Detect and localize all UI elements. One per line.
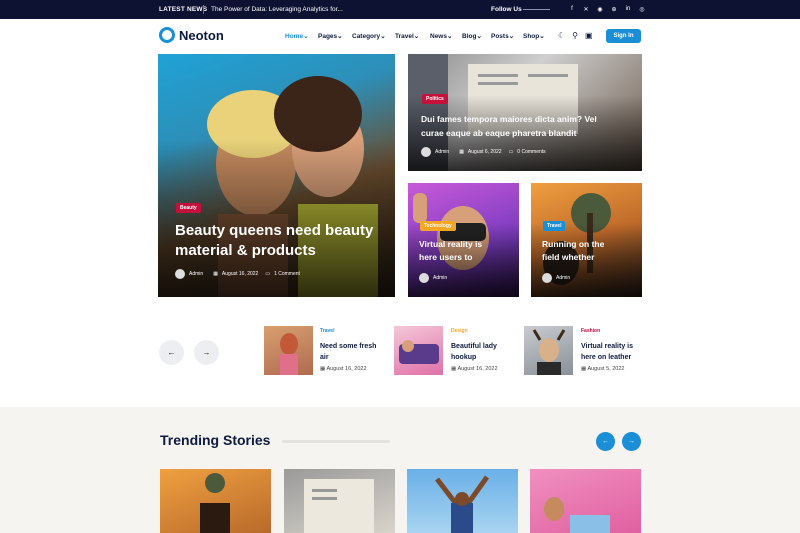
news-ticker-link[interactable]: The Power of Data: Leveraging Analytics … xyxy=(211,6,343,13)
author-link[interactable]: Admin xyxy=(189,271,203,277)
trending-section xyxy=(0,407,800,533)
x-icon[interactable]: ✕ xyxy=(579,6,593,13)
facebook-icon[interactable]: f xyxy=(565,6,579,13)
category-badge[interactable]: Beauty xyxy=(176,203,201,213)
logo-text[interactable]: Neoton xyxy=(179,28,224,43)
rss-icon[interactable]: ◉ xyxy=(593,6,607,13)
carousel-date: ▦ August 16, 2022 xyxy=(451,366,498,372)
comment-count[interactable]: 1 Comment xyxy=(274,271,300,277)
social-links: f ✕ ◉ ⊕ in ◎ xyxy=(565,6,649,13)
bookmark-icon[interactable]: ▣ xyxy=(585,31,593,40)
category-badge[interactable]: Politics xyxy=(422,94,448,104)
comment-icon: ▭ xyxy=(265,271,271,277)
arrow-right-icon: → xyxy=(628,438,635,445)
hero-top-right-card[interactable]: Politics Dui fames tempora maiores dicta… xyxy=(408,54,642,171)
nav-item-blog[interactable]: Blog⌄ xyxy=(462,32,482,40)
post-date: August 16, 2022 xyxy=(221,271,259,277)
carousel-category[interactable]: Travel xyxy=(320,328,334,334)
category-badge[interactable]: Travel xyxy=(543,221,566,231)
logo-icon[interactable] xyxy=(159,27,175,43)
sign-in-button[interactable]: Sign In xyxy=(606,29,641,43)
thumb-image xyxy=(532,329,566,375)
carousel-category[interactable]: Design xyxy=(451,328,468,334)
hero-main-card[interactable]: Beauty Beauty queens need beauty materia… xyxy=(158,54,395,297)
author-link[interactable]: Admin xyxy=(433,275,447,281)
calendar-icon: ▦ xyxy=(459,149,464,155)
trending-next-button[interactable]: → xyxy=(622,432,641,451)
nav-item-category[interactable]: Category⌄ xyxy=(352,32,386,40)
trending-thumb[interactable] xyxy=(160,469,271,533)
calendar-icon: ▦ xyxy=(213,271,218,277)
carousel-prev-button[interactable]: ← xyxy=(159,340,184,365)
trending-thumb[interactable] xyxy=(530,469,641,533)
arrow-left-icon: ← xyxy=(167,348,176,357)
top-bar: LATEST NEWS The Power of Data: Leveragin… xyxy=(0,0,800,19)
hero-small-right-card[interactable]: Travel Running on the field whether Admi… xyxy=(531,183,642,297)
avatar xyxy=(175,269,185,279)
carousel-category[interactable]: Fashion xyxy=(581,328,600,334)
calendar-icon: ▦ xyxy=(581,366,587,372)
trending-prev-button[interactable]: ← xyxy=(596,432,615,451)
nav-item-news[interactable]: News⌄ xyxy=(430,32,452,40)
dark-mode-icon[interactable]: ☾ xyxy=(558,31,565,40)
thumb-image xyxy=(435,475,490,533)
category-badge[interactable]: Technology xyxy=(420,221,456,231)
carousel-thumb[interactable] xyxy=(264,326,313,375)
post-date: August 6, 2022 xyxy=(467,149,502,155)
thumb-image xyxy=(544,497,610,533)
thumb-image xyxy=(200,473,230,533)
dribbble-icon[interactable]: ⊕ xyxy=(607,6,621,13)
arrow-right-icon: → xyxy=(202,348,211,357)
instagram-icon[interactable]: ◎ xyxy=(635,6,649,13)
avatar xyxy=(419,273,429,283)
section-title: Trending Stories xyxy=(160,432,271,448)
post-meta: Admin ▦ August 6, 2022 ▭ 0 Comments xyxy=(421,147,546,157)
follow-us-label: Follow Us xyxy=(491,6,522,13)
post-meta: Admin xyxy=(542,273,570,283)
carousel-title[interactable]: Beautiful lady hookup xyxy=(451,341,497,363)
carousel-title[interactable]: Need some fresh air xyxy=(320,341,376,363)
carousel-next-button[interactable]: → xyxy=(194,340,219,365)
avatar xyxy=(542,273,552,283)
hero-small-left-card[interactable]: Technology Virtual reality is here users… xyxy=(408,183,519,297)
divider xyxy=(523,9,550,10)
post-meta: Admin xyxy=(419,273,447,283)
arrow-left-icon: ← xyxy=(602,438,609,445)
header-icons: ☾ ⚲ ▣ xyxy=(558,31,593,40)
thumb-image xyxy=(399,340,439,364)
carousel-title[interactable]: Virtual reality is here on leather xyxy=(581,341,633,363)
nav-item-home[interactable]: Home⌄ xyxy=(285,32,309,40)
trending-thumb[interactable] xyxy=(407,469,518,533)
post-meta: Admin ▦ August 16, 2022 ▭ 1 Comment xyxy=(175,269,300,279)
comment-count[interactable]: 0 Comments xyxy=(517,149,545,155)
thumb-image xyxy=(280,333,298,375)
carousel-date: ▦ August 5, 2022 xyxy=(581,366,625,372)
hero-top-right-title[interactable]: Dui fames tempora maiores dicta anim? Ve… xyxy=(421,112,597,140)
carousel-thumb[interactable] xyxy=(524,326,573,375)
calendar-icon: ▦ xyxy=(320,366,326,372)
divider xyxy=(282,440,390,443)
nav-item-shop[interactable]: Shop⌄ xyxy=(523,32,545,40)
hero-main-title[interactable]: Beauty queens need beauty material & pro… xyxy=(175,221,373,261)
author-link[interactable]: Admin xyxy=(556,275,570,281)
trending-thumb[interactable] xyxy=(284,469,395,533)
avatar xyxy=(421,147,431,157)
hero-small-right-title[interactable]: Running on the field whether xyxy=(542,238,604,264)
linkedin-icon[interactable]: in xyxy=(621,6,635,13)
latest-news-label: LATEST NEWS xyxy=(159,6,208,13)
search-icon[interactable]: ⚲ xyxy=(572,31,578,40)
nav-item-travel[interactable]: Travel⌄ xyxy=(395,32,419,40)
calendar-icon: ▦ xyxy=(451,366,457,372)
carousel-thumb[interactable] xyxy=(394,326,443,375)
author-link[interactable]: Admin xyxy=(435,149,449,155)
thumb-image xyxy=(304,479,374,533)
divider xyxy=(203,5,204,14)
nav-item-pages[interactable]: Pages⌄ xyxy=(318,32,343,40)
hero-small-left-title[interactable]: Virtual reality is here users to xyxy=(419,238,482,264)
carousel-date: ▦ August 16, 2022 xyxy=(320,366,367,372)
comment-icon: ▭ xyxy=(508,149,514,155)
nav-item-posts[interactable]: Posts⌄ xyxy=(491,32,514,40)
